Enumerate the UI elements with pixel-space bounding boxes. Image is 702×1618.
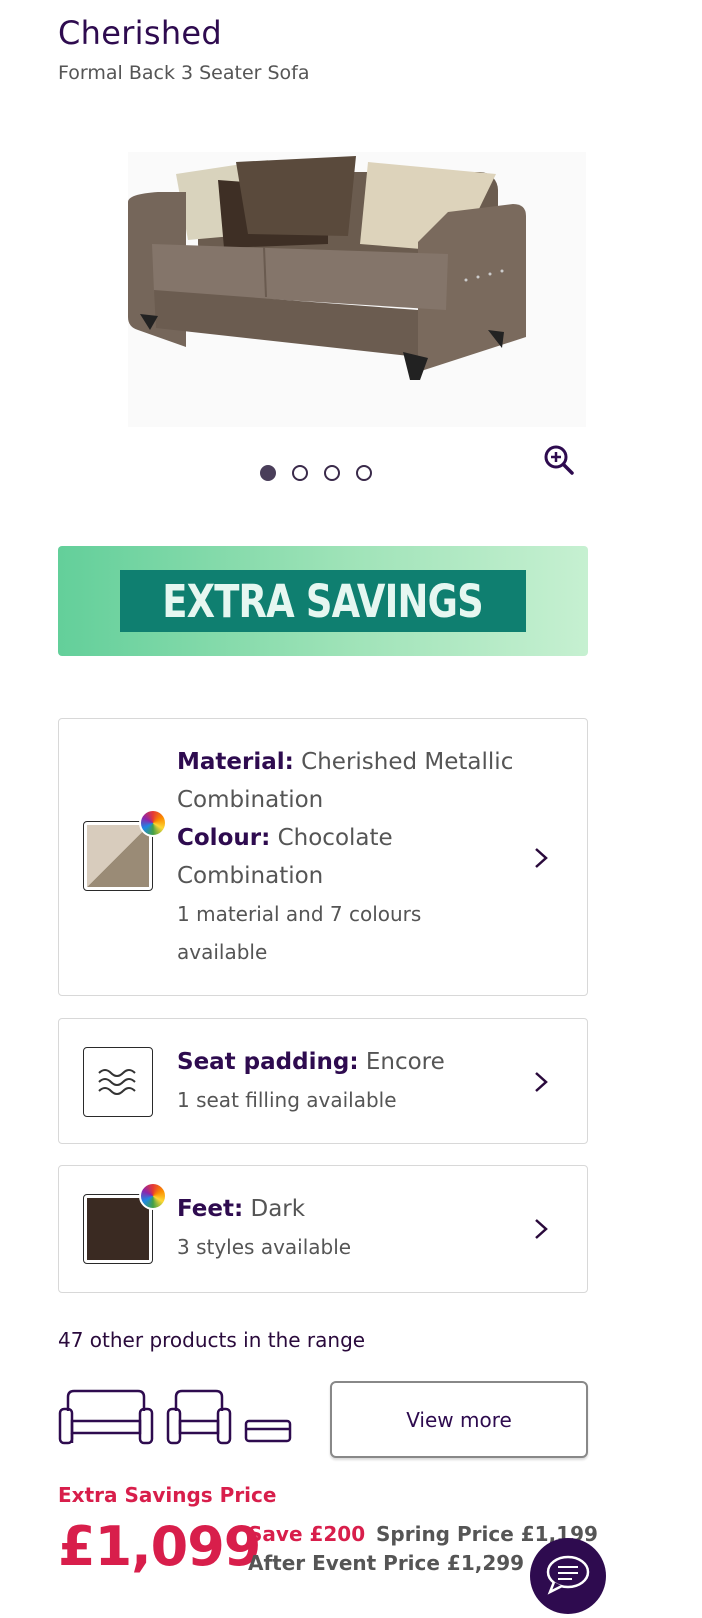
current-price: £1,099 (58, 1515, 261, 1578)
footstool-icon (244, 1419, 292, 1443)
seat-padding-value: Encore (365, 1049, 445, 1075)
zoom-in-icon[interactable] (543, 444, 575, 476)
sofa-icon (58, 1389, 154, 1445)
product-subtitle: Formal Back 3 Seater Sofa (58, 62, 310, 84)
range-icons (58, 1389, 292, 1445)
gallery-pagination (260, 465, 372, 481)
seat-padding-availability: 1 seat filling available (177, 1088, 397, 1112)
gallery-dot-1[interactable] (260, 465, 276, 481)
feet-label: Feet: (177, 1196, 244, 1222)
feet-availability: 3 styles available (177, 1235, 352, 1259)
range-count-text: 47 other products in the range (58, 1328, 366, 1352)
feet-value: Dark (250, 1196, 306, 1222)
chevron-right-icon[interactable] (529, 1071, 551, 1093)
banner-plate: EXTRA SAVINGS (120, 570, 526, 632)
product-image[interactable] (128, 152, 586, 427)
save-amount: Save £200 (248, 1522, 366, 1546)
seat-padding-label: Seat padding: (177, 1049, 359, 1075)
view-more-button[interactable]: View more (330, 1381, 588, 1458)
feet-option-card[interactable]: Feet: Dark 3 styles available (58, 1165, 588, 1293)
waves-icon (98, 1069, 136, 1095)
banner-text: EXTRA SAVINGS (162, 574, 484, 628)
extra-savings-banner[interactable]: EXTRA SAVINGS (58, 546, 588, 656)
colour-wheel-icon (139, 1182, 167, 1210)
product-title: Cherished (58, 14, 223, 52)
gallery-dot-4[interactable] (356, 465, 372, 481)
material-text: Material: Cherished Metallic Combination… (177, 743, 517, 971)
extra-savings-price-label: Extra Savings Price (58, 1483, 277, 1507)
chevron-right-icon[interactable] (529, 847, 551, 869)
gallery-dot-2[interactable] (292, 465, 308, 481)
colour-label: Colour: (177, 825, 271, 851)
seat-padding-text: Seat padding: Encore 1 seat filling avai… (177, 1043, 517, 1119)
feet-text: Feet: Dark 3 styles available (177, 1190, 517, 1266)
chair-icon (166, 1389, 232, 1445)
gallery-dot-3[interactable] (324, 465, 340, 481)
chevron-right-icon[interactable] (529, 1218, 551, 1240)
colour-wheel-icon (139, 809, 167, 837)
material-option-card[interactable]: Material: Cherished Metallic Combination… (58, 718, 588, 996)
material-availability: 1 material and 7 colours available (177, 902, 422, 964)
after-event-price: After Event Price £1,299 (248, 1551, 525, 1575)
chat-icon (546, 1555, 590, 1595)
chat-button[interactable] (530, 1538, 606, 1614)
seat-padding-swatch (83, 1047, 153, 1117)
seat-padding-option-card[interactable]: Seat padding: Encore 1 seat filling avai… (58, 1018, 588, 1144)
material-label: Material: (177, 749, 294, 775)
sofa-image (128, 156, 526, 380)
